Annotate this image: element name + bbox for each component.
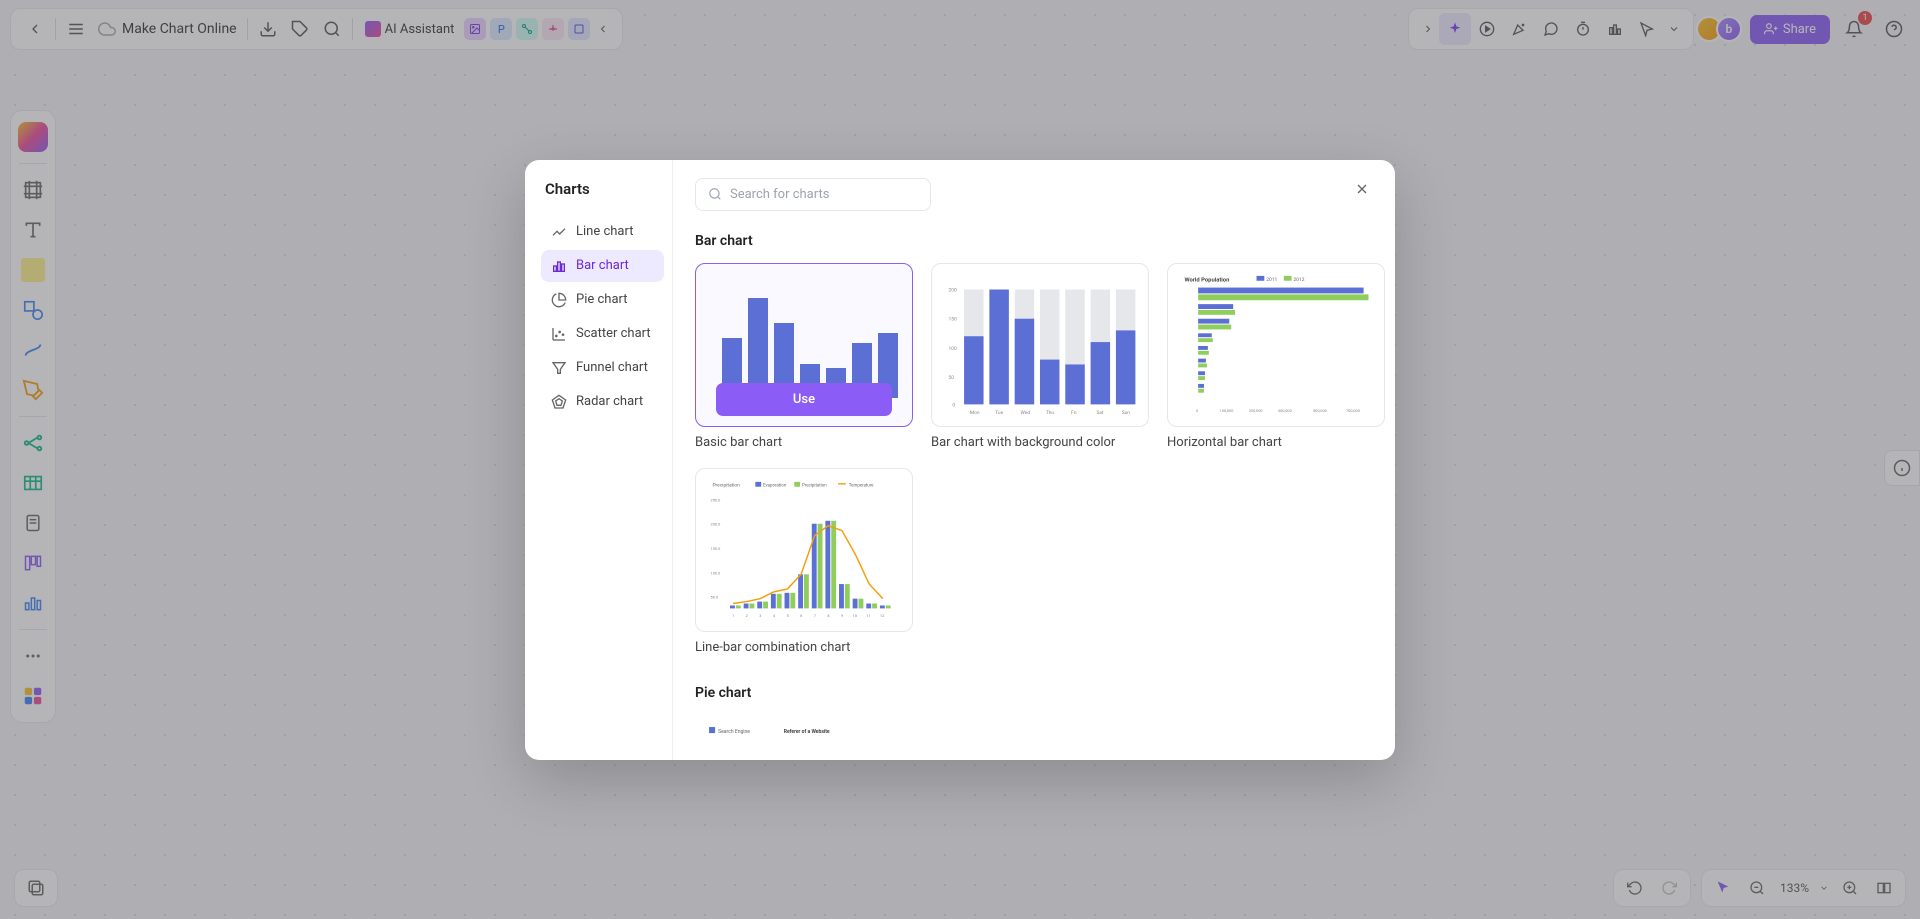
svg-text:8: 8 [827,613,829,618]
chart-preview: 200 150 100 50 0 [931,263,1149,427]
svg-text:100: 100 [949,345,957,351]
svg-text:50: 50 [949,375,955,381]
svg-text:100,000: 100,000 [1220,408,1234,413]
svg-text:10: 10 [853,613,857,618]
close-button[interactable] [1349,176,1375,202]
chart-type-pie[interactable]: Pie chart [541,284,664,316]
chart-preview: Use [695,263,913,427]
svg-text:Fri: Fri [1071,410,1076,416]
pie-partial-legend: Search Engine Referer of a Website [703,723,905,735]
svg-text:Evaporation: Evaporation [763,483,787,488]
line-chart-icon [551,224,567,240]
line-bar-combo-preview-svg: Precipitation Evaporation Precipitation … [704,477,904,623]
svg-text:Temperature: Temperature [849,483,874,488]
chart-type-radar[interactable]: Radar chart [541,386,664,418]
svg-text:0: 0 [952,402,955,408]
svg-text:3: 3 [759,613,761,618]
modal-main: Bar chart [673,160,1395,760]
horizontal-bar-preview-svg: World Population 2011 2012 [1176,272,1376,418]
funnel-chart-icon [551,360,567,376]
section-title-bar: Bar chart [695,233,1373,249]
svg-text:12: 12 [880,613,885,618]
svg-text:300,000: 300,000 [1278,408,1292,413]
search-box[interactable] [695,178,931,211]
svg-text:Tue: Tue [995,410,1003,416]
modal-overlay[interactable]: Charts Line chart Bar chart Pie chart Sc… [0,0,1920,919]
search-input[interactable] [730,187,918,202]
chart-type-funnel[interactable]: Funnel chart [541,352,664,384]
chart-type-label: Scatter chart [576,326,651,341]
modal-sidebar: Charts Line chart Bar chart Pie chart Sc… [525,160,673,760]
chart-grid-bar: Use Basic bar chart 200 150 100 50 0 [695,263,1373,655]
chart-grid-pie: Search Engine Referer of a Website [695,715,1373,735]
use-button[interactable]: Use [716,383,892,416]
chart-type-bar[interactable]: Bar chart [541,250,664,282]
svg-text:0: 0 [1196,408,1198,413]
svg-text:150: 150 [949,316,957,322]
svg-text:4: 4 [773,613,776,618]
svg-text:Mon: Mon [970,410,980,416]
svg-text:Search Engine: Search Engine [718,729,750,735]
svg-text:2012: 2012 [1294,276,1305,282]
chart-card-bar-bg[interactable]: 200 150 100 50 0 [931,263,1149,450]
chart-card-pie-partial[interactable]: Search Engine Referer of a Website [695,715,913,735]
svg-text:200,000: 200,000 [1249,408,1263,413]
chart-preview: Search Engine Referer of a Website [695,715,913,735]
svg-text:50.0: 50.0 [711,594,719,599]
svg-text:Thu: Thu [1046,410,1055,416]
svg-text:250.0: 250.0 [711,497,721,502]
chart-type-label: Pie chart [576,292,628,307]
chart-type-label: Line chart [576,224,633,239]
svg-text:150.0: 150.0 [711,546,721,551]
modal-title: Charts [541,180,664,198]
svg-text:2011: 2011 [1266,276,1277,282]
chart-card-label: Line-bar combination chart [695,640,913,655]
bar-chart-icon [551,258,567,274]
chart-type-label: Funnel chart [576,360,648,375]
chart-card-label: Horizontal bar chart [1167,435,1385,450]
svg-text:200: 200 [949,287,957,293]
chart-card-label: Bar chart with background color [931,435,1149,450]
search-icon [708,187,722,201]
charts-modal: Charts Line chart Bar chart Pie chart Sc… [525,160,1395,760]
chart-preview: Precipitation Evaporation Precipitation … [695,468,913,632]
section-title-pie: Pie chart [695,685,1373,701]
pie-chart-icon [551,292,567,308]
bar-bg-preview-svg: 200 150 100 50 0 [940,272,1140,418]
svg-text:2: 2 [746,613,749,618]
svg-text:Sat: Sat [1096,410,1104,416]
chart-type-label: Bar chart [576,258,629,273]
chart-card-basic-bar[interactable]: Use Basic bar chart [695,263,913,450]
svg-text:6: 6 [800,613,802,618]
svg-text:500,000: 500,000 [1313,408,1327,413]
svg-text:1: 1 [732,613,734,618]
chart-card-horizontal-bar[interactable]: World Population 2011 2012 [1167,263,1385,450]
chart-type-label: Radar chart [576,394,643,409]
svg-text:700,000: 700,000 [1346,408,1360,413]
chart-preview: World Population 2011 2012 [1167,263,1385,427]
close-icon [1354,181,1370,197]
svg-text:Precipitation: Precipitation [713,482,741,488]
chart-type-line[interactable]: Line chart [541,216,664,248]
chart-card-line-bar-combo[interactable]: Precipitation Evaporation Precipitation … [695,468,913,655]
chart-card-label: Basic bar chart [695,435,913,450]
svg-text:Referer of a Website: Referer of a Website [784,729,830,735]
svg-text:Precipitation: Precipitation [802,483,827,488]
chart-type-scatter[interactable]: Scatter chart [541,318,664,350]
svg-text:World Population: World Population [1185,277,1230,283]
radar-chart-icon [551,394,567,410]
svg-text:Wed: Wed [1021,410,1031,416]
svg-text:5: 5 [786,613,789,618]
svg-text:7: 7 [814,613,817,618]
svg-text:200.0: 200.0 [711,521,721,526]
svg-text:11: 11 [866,613,870,618]
svg-text:Sun: Sun [1122,410,1131,416]
svg-text:100.0: 100.0 [711,570,721,575]
scatter-chart-icon [551,326,567,342]
svg-text:9: 9 [841,613,843,618]
